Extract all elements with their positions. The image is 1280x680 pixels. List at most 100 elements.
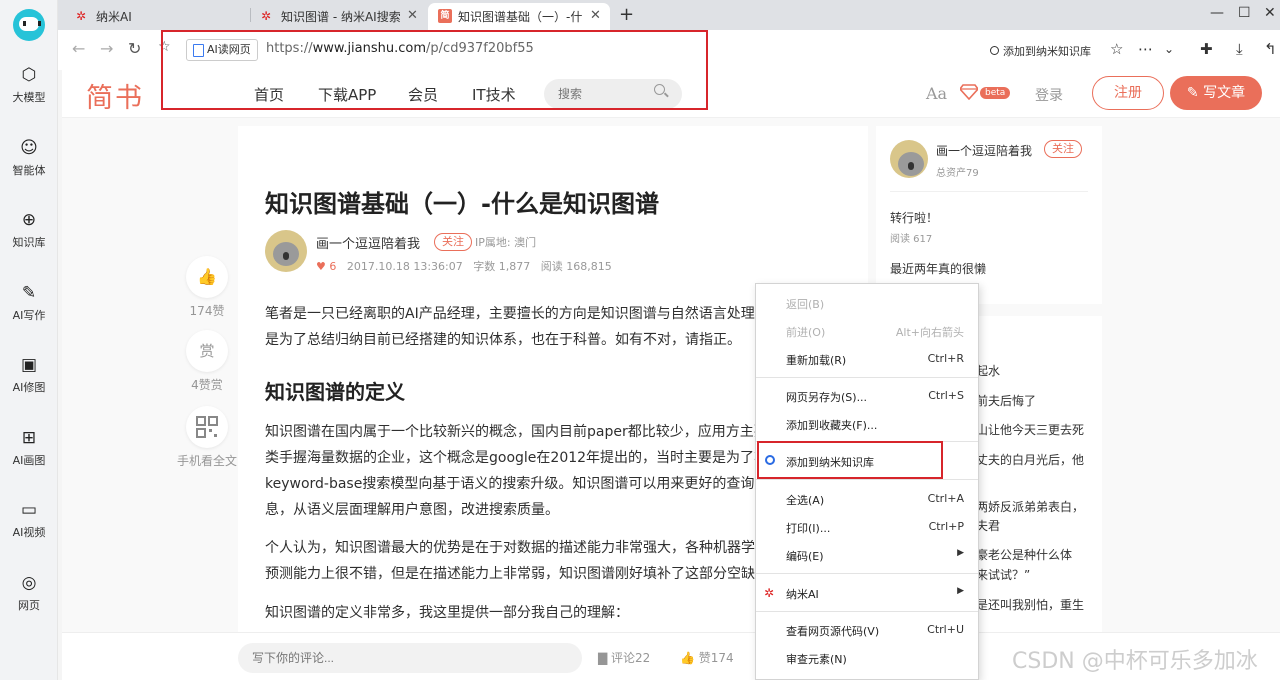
sidebar-item-ai-draw[interactable]: ⊞ AI画图 — [0, 427, 58, 468]
recommend-item[interactable]: 来试试？” — [976, 566, 1030, 583]
menu-item-encoding[interactable]: 编码(E) ▶ — [756, 542, 978, 568]
nav-download-app[interactable]: 下载APP — [318, 84, 376, 105]
nav-it-tech[interactable]: IT技术 — [472, 84, 516, 105]
paragraph-line: 笔者是一只已经离职的AI产品经理，主要擅长的方向是知识图谱与自然语言处理， — [265, 306, 769, 322]
menu-item-label: 查看网页源代码(V) — [786, 625, 880, 638]
sidebar-item-ai-retouch[interactable]: ▣ AI修图 — [0, 354, 58, 395]
like-bar-button[interactable]: 👍 赞174 — [680, 649, 734, 666]
undo-icon[interactable]: ↰ — [1264, 40, 1277, 58]
aside-author-name[interactable]: 画一个逗逗陪着我 — [936, 142, 1032, 159]
add-to-knowledge-base-button[interactable]: 添加到纳米知识库 — [990, 43, 1091, 59]
address-bar[interactable]: https://www.jianshu.com/p/cd937f20bf55 — [266, 41, 534, 56]
ai-read-page-button[interactable]: AI读网页 — [186, 39, 258, 61]
comment-input[interactable] — [238, 643, 582, 673]
font-size-toggle[interactable]: Aa — [926, 84, 947, 103]
menu-item-back[interactable]: 返回(B) — [756, 290, 978, 316]
chevron-down-icon[interactable]: ⌄ — [1164, 42, 1174, 56]
recommend-item[interactable]: 山让他今天三更去死 — [976, 421, 1084, 438]
menu-item-select-all[interactable]: 全选(A) Ctrl+A — [756, 486, 978, 512]
publish-date: 2017.10.18 13:36:07 — [346, 260, 463, 273]
nav-home[interactable]: 首页 — [254, 84, 284, 105]
like-button[interactable]: 👍 — [186, 256, 228, 298]
recommend-item[interactable]: 起水 — [976, 362, 1000, 379]
menu-item-print[interactable]: 打印(I)... Ctrl+P — [756, 514, 978, 540]
tab-jianshu-article[interactable]: 简 知识图谱基础（一）-什么是 ✕ — [428, 3, 610, 30]
download-icon[interactable]: ⤓ — [1236, 40, 1243, 58]
maximize-icon[interactable]: ☐ — [1238, 5, 1251, 21]
menu-item-shortcut: Ctrl+U — [927, 623, 964, 636]
comments-button[interactable]: ▇ 评论22 — [598, 649, 650, 666]
avatar[interactable] — [890, 140, 928, 178]
cube-icon: ⬡ — [21, 65, 37, 85]
menu-item-forward[interactable]: 前进(O) Alt+向右箭头 — [756, 318, 978, 344]
menu-item-label: 全选(A) — [786, 494, 825, 507]
write-article-button[interactable]: ✎ 写文章 — [1170, 76, 1262, 110]
favorites-icon[interactable]: ☆ — [158, 39, 171, 55]
back-icon[interactable]: ← — [72, 39, 85, 58]
menu-item-reload[interactable]: 重新加载(R) Ctrl+R — [756, 346, 978, 372]
avatar[interactable] — [265, 230, 307, 272]
menu-item-add-knowledge-base[interactable]: 添加到纳米知识库 — [756, 448, 978, 474]
tab-nami-ai[interactable]: ✲ 纳米AI — [66, 3, 250, 30]
menu-item-save-as[interactable]: 网页另存为(S)... Ctrl+S — [756, 383, 978, 409]
site-header: 简书 首页 下载APP 会员 IT技术 Aa beta 登录 注册 ✎ 写文章 — [62, 70, 1280, 118]
paragraph-line: 知识图谱在国内属于一个比较新兴的概念，国内目前paper都比较少，应用方主要 — [265, 424, 768, 440]
menu-item-label: 审查元素(N) — [786, 653, 847, 666]
sidebar-item-agent[interactable]: ☺ 智能体 — [0, 137, 58, 178]
url-path: /p/cd937f20bf55 — [426, 41, 534, 56]
recommend-item[interactable]: 是还叫我别怕，重生 — [976, 596, 1084, 613]
sidebar-item-label: 智能体 — [12, 164, 46, 177]
menu-item-inspect[interactable]: 审查元素(N) — [756, 645, 978, 671]
recommend-item[interactable]: 豪老公是种什么体 — [976, 546, 1072, 563]
sidebar-item-web[interactable]: ◎ 网页 — [0, 572, 58, 613]
sidebar-item-ai-write[interactable]: ✎ AI写作 — [0, 282, 58, 323]
star-icon[interactable]: ☆ — [1110, 40, 1123, 58]
beta-badge: beta — [980, 87, 1011, 99]
nav-membership[interactable]: 会员 — [408, 84, 438, 105]
recommend-item[interactable]: 前夫后悔了 — [976, 392, 1036, 409]
new-tab-icon[interactable]: + — [619, 4, 634, 25]
recommend-item[interactable]: 两娇反派弟弟表白， — [976, 498, 1084, 515]
minimize-icon[interactable]: — — [1210, 5, 1224, 21]
jianshu-logo[interactable]: 简书 — [86, 76, 144, 115]
sidebar-item-ai-video[interactable]: ▭ AI视频 — [0, 499, 58, 540]
jianshu-favicon-icon: 简 — [438, 9, 452, 23]
aside-post-title[interactable]: 最近两年真的很懒 — [890, 260, 986, 277]
login-link[interactable]: 登录 — [1035, 85, 1063, 105]
forward-icon[interactable]: → — [100, 39, 113, 58]
divider — [890, 191, 1088, 192]
more-icon[interactable]: ⋯ — [1138, 40, 1153, 58]
author-name[interactable]: 画一个逗逗陪着我 — [316, 233, 420, 252]
tab-nami-search[interactable]: ✲ 知识图谱 - 纳米AI搜索 ✕ — [251, 3, 427, 30]
reward-button[interactable]: 赏 — [186, 330, 228, 372]
reload-icon[interactable]: ↻ — [128, 39, 141, 58]
tab-title: 知识图谱基础（一）-什么是 — [458, 10, 582, 24]
menu-item-view-source[interactable]: 查看网页源代码(V) Ctrl+U — [756, 617, 978, 643]
location-pin-icon — [990, 46, 999, 55]
menu-item-shortcut: Ctrl+R — [927, 352, 964, 365]
app-logo-icon[interactable] — [13, 9, 45, 41]
likes-count: 赞174 — [698, 651, 734, 665]
extensions-icon[interactable]: ✚ — [1200, 40, 1213, 58]
signup-button[interactable]: 注册 — [1092, 76, 1164, 110]
diamond-icon[interactable] — [960, 84, 978, 100]
recommend-item[interactable]: 丈夫的白月光后，他 — [976, 451, 1084, 468]
follow-button[interactable]: 关注 — [1044, 140, 1082, 158]
sidebar-item-knowledge[interactable]: ⊕ 知识库 — [0, 209, 58, 250]
recommend-item[interactable]: 夫君 — [976, 517, 1000, 534]
sidebar-item-llm[interactable]: ⬡ 大模型 — [0, 64, 58, 105]
menu-item-add-favorite[interactable]: 添加到收藏夹(F)... — [756, 411, 978, 437]
follow-button[interactable]: 关注 — [434, 233, 472, 251]
like-count: 174赞 — [189, 304, 225, 318]
close-icon[interactable]: ✕ — [407, 8, 418, 23]
search-icon[interactable] — [654, 84, 665, 95]
aside-post-title[interactable]: 转行啦！ — [890, 209, 938, 226]
author-card: 画一个逗逗陪着我 关注 总资产79 转行啦！ 阅读 617 最近两年真的很懒 — [876, 126, 1102, 304]
menu-item-nami-ai[interactable]: ✲ 纳米AI ▶ — [756, 580, 978, 606]
tab-title: 知识图谱 - 纳米AI搜索 — [281, 10, 401, 24]
close-icon[interactable]: ✕ — [590, 8, 601, 23]
qr-code-button[interactable] — [186, 406, 228, 448]
window-close-icon[interactable]: ✕ — [1264, 5, 1276, 21]
menu-item-label: 网页另存为(S)... — [786, 391, 868, 404]
read-count: 阅读 168,815 — [540, 260, 612, 273]
